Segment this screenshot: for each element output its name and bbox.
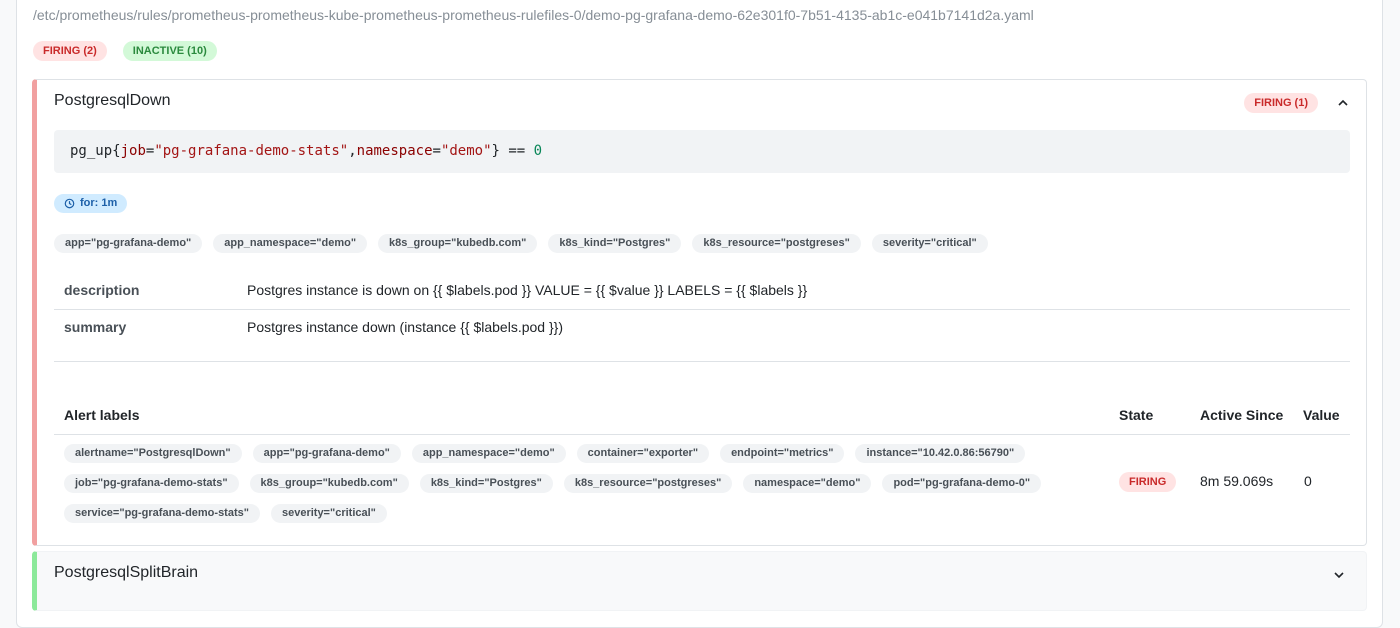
alert-label-pill: k8s_group="kubedb.com" [249,474,409,493]
table-header-divider [54,434,1350,435]
alert-label-pill: k8s_resource="postgreses" [563,474,733,493]
expr-eq: = [432,143,441,159]
chevron-down-icon[interactable] [1332,568,1346,582]
annotation-key: description [64,282,140,298]
expr-operator: == [499,143,534,159]
alert-label-pill: app="pg-grafana-demo" [252,444,401,463]
alert-label-pill: app_namespace="demo" [411,444,566,463]
rule-label-pill: severity="critical" [871,234,988,253]
alert-label-pill: alertname="PostgresqlDown" [64,444,242,463]
chevron-up-icon[interactable] [1336,96,1350,110]
expr-brace-close: } [491,143,500,159]
rule-card-postgresqldown: PostgresqlDown FIRING (1) pg_up{job="pg-… [32,79,1367,546]
expr-brace-open: { [112,143,121,159]
alert-active-since: 8m 59.069s [1200,473,1274,489]
rule-label-pill: app_namespace="demo" [213,234,368,253]
firing-count-badge[interactable]: FIRING (2) [33,41,107,61]
annotation-key: summary [64,319,127,335]
for-duration-text: for: 1m [80,197,118,209]
expr-label-value: "demo" [440,143,492,159]
alert-label-pill: k8s_kind="Postgres" [419,474,553,493]
annotation-value: Postgres instance is down on {{ $labels.… [247,282,808,298]
inactive-count-badge[interactable]: INACTIVE (10) [122,41,217,61]
rule-state-filter: FIRING (2) INACTIVE (10) [33,41,217,61]
alert-label-list: alertname="PostgresqlDown" app="pg-grafa… [64,444,1084,523]
expr-comma: , [348,143,357,159]
rule-labels: app="pg-grafana-demo" app_namespace="dem… [54,234,988,253]
value-header: Value [1303,407,1340,423]
alert-label-pill: endpoint="metrics" [720,444,845,463]
rule-state-badge: FIRING (1) [1244,93,1318,113]
expr-label-key: namespace [356,143,433,159]
rule-label-pill: k8s_resource="postgreses" [692,234,861,253]
expr-label-key: job [120,143,146,159]
for-duration-badge: for: 1m [54,194,128,213]
rule-card-postgresqlsplitbrain[interactable]: PostgresqlSplitBrain [32,551,1367,611]
rule-expression: pg_up{job = "pg-grafana-demo-stats",namesp… [54,130,1350,173]
active-since-header: Active Since [1200,407,1284,423]
alert-label-pill: instance="10.42.0.86:56790" [855,444,1026,463]
annotation-value: Postgres instance down (instance {{ $lab… [247,319,563,335]
expr-label-value: "pg-grafana-demo-stats" [154,143,349,159]
alert-label-pill: container="exporter" [576,444,710,463]
rule-label-pill: app="pg-grafana-demo" [54,234,203,253]
alert-labels-header: Alert labels [64,407,140,423]
alert-value: 0 [1304,473,1312,489]
annotation-divider [54,309,1350,310]
rule-name[interactable]: PostgresqlDown [54,92,171,110]
state-header: State [1119,407,1154,423]
alert-label-pill: pod="pg-grafana-demo-0" [882,474,1042,493]
expr-number: 0 [533,143,543,159]
rule-file-path: /etc/prometheus/rules/prometheus-prometh… [33,7,1034,23]
rule-label-pill: k8s_kind="Postgres" [548,234,682,253]
alert-label-pill: namespace="demo" [743,474,872,493]
alert-label-pill: severity="critical" [270,504,387,523]
rule-header-right: FIRING (1) [1244,93,1350,113]
clock-icon [64,198,75,209]
expr-metric: pg_up [70,143,113,159]
alert-label-pill: job="pg-grafana-demo-stats" [64,474,239,493]
section-divider [54,361,1350,362]
rule-name[interactable]: PostgresqlSplitBrain [54,564,198,582]
rule-label-pill: k8s_group="kubedb.com" [378,234,538,253]
alert-label-pill: service="pg-grafana-demo-stats" [64,504,260,523]
alert-state-badge: FIRING [1119,472,1177,492]
